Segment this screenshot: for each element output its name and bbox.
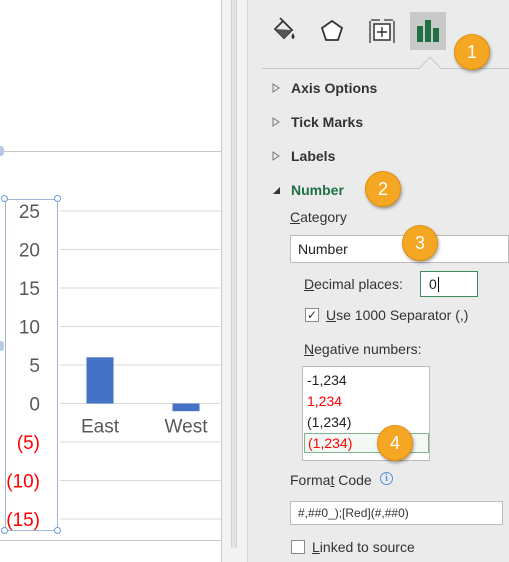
- vertical-axis-selection[interactable]: [5, 199, 58, 531]
- section-label: Axis Options: [291, 80, 378, 96]
- triangle-right-icon: [270, 151, 282, 161]
- format-code-label: Format Code: [290, 472, 372, 488]
- size-properties-icon: [369, 19, 395, 43]
- section-axis-options[interactable]: Axis Options: [270, 77, 377, 99]
- pane-splitter[interactable]: [222, 0, 248, 562]
- triangle-down-icon: [270, 185, 282, 195]
- section-label: Number: [291, 182, 344, 198]
- section-number[interactable]: Number: [270, 179, 344, 201]
- negative-numbers-label: Negative numbers:: [304, 341, 422, 357]
- plot-area-handle[interactable]: [0, 146, 4, 156]
- checkmark-icon: ✓: [306, 308, 318, 322]
- axis-options-bar-icon: [417, 20, 439, 42]
- section-label: Tick Marks: [291, 114, 364, 130]
- linked-to-source-checkbox[interactable]: [291, 540, 305, 554]
- use-1000-separator-checkbox[interactable]: ✓: [305, 308, 319, 322]
- section-label: Labels: [291, 148, 336, 164]
- info-icon[interactable]: i: [380, 472, 393, 485]
- tab-axis-options[interactable]: [410, 12, 446, 50]
- selection-handle[interactable]: [54, 195, 61, 202]
- category-value: Number: [298, 241, 348, 257]
- format-code-input[interactable]: #,##0_);[Red](#,##0): [290, 501, 503, 525]
- section-tick-marks[interactable]: Tick Marks: [270, 111, 363, 133]
- bar-east[interactable]: [86, 357, 114, 404]
- selection-handle[interactable]: [54, 527, 61, 534]
- callout-badge: 3: [402, 225, 438, 261]
- decimal-places-label: Decimal places:: [304, 276, 403, 292]
- category-label: Category: [290, 209, 347, 225]
- selection-handle[interactable]: [1, 195, 8, 202]
- decimal-value: 0: [429, 276, 437, 292]
- plot-area-handle[interactable]: [0, 341, 4, 351]
- text-caret: [437, 276, 439, 292]
- use-1000-separator-label[interactable]: Use 1000 Separator (,): [326, 307, 468, 323]
- vertical-scrollbar[interactable]: [231, 0, 237, 548]
- tab-size-properties[interactable]: [364, 12, 400, 50]
- callout-badge: 1: [454, 34, 490, 70]
- active-tab-notch: [418, 56, 442, 80]
- section-labels[interactable]: Labels: [270, 145, 335, 167]
- selection-handle[interactable]: [1, 527, 8, 534]
- effects-pentagon-icon: [320, 19, 344, 41]
- format-code-value: #,##0_);[Red](#,##0): [298, 506, 409, 520]
- category-label: East: [81, 417, 120, 438]
- category-dropdown[interactable]: Number: [290, 235, 509, 263]
- chart-area[interactable]: 25 20 15 10 5 0 (5) (10) (15) East West: [0, 0, 222, 562]
- bar-west[interactable]: [172, 403, 200, 412]
- callout-badge: 4: [377, 425, 413, 461]
- negative-number-option[interactable]: -1,234: [307, 370, 426, 390]
- negative-number-option[interactable]: 1,234: [307, 391, 426, 411]
- decimal-places-input[interactable]: 0: [420, 271, 478, 297]
- triangle-right-icon: [270, 117, 282, 127]
- tab-effects[interactable]: [314, 12, 350, 50]
- tab-fill-line[interactable]: [266, 12, 302, 50]
- linked-to-source-label[interactable]: Linked to source: [312, 539, 415, 555]
- category-label: West: [165, 417, 209, 438]
- triangle-right-icon: [270, 83, 282, 93]
- fill-line-icon: [273, 17, 295, 40]
- format-axis-pane: Axis Options Tick Marks Labels Number Ca…: [248, 0, 509, 562]
- callout-badge: 2: [365, 171, 401, 207]
- negative-number-option[interactable]: (1,234): [307, 412, 426, 432]
